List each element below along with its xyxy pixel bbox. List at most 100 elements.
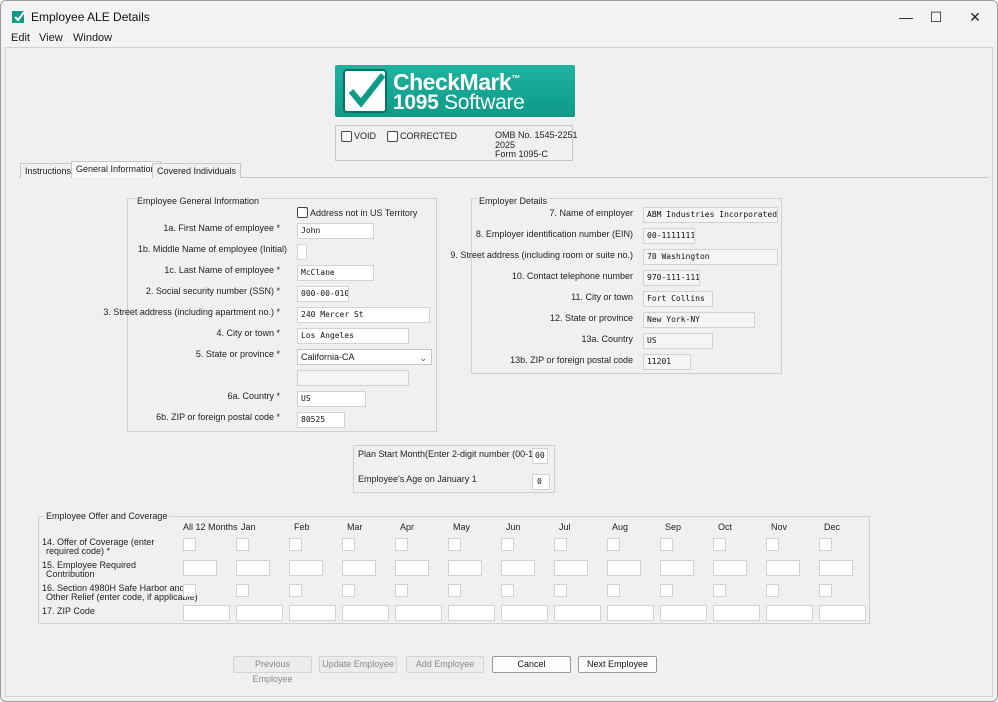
row16-sep-input[interactable] (660, 584, 673, 597)
phone-field[interactable]: 970-111-1111 (643, 270, 700, 286)
row15-nov-input[interactable] (766, 560, 800, 576)
update-employee-button[interactable]: Update Employee (319, 656, 397, 673)
row14-jan-input[interactable] (236, 538, 249, 551)
row14-jul-input[interactable] (554, 538, 567, 551)
row17-feb-input[interactable] (289, 605, 336, 621)
previous-employee-button[interactable]: Previous Employee (233, 656, 312, 684)
row15-all-input[interactable] (183, 560, 217, 576)
row16-all-input[interactable] (183, 584, 196, 597)
row16-nov-input[interactable] (766, 584, 779, 597)
row14-aug-input[interactable] (607, 538, 620, 551)
row16-apr-input[interactable] (395, 584, 408, 597)
middle-name-field[interactable] (297, 244, 307, 260)
row14-all-input[interactable] (183, 538, 196, 551)
row15-label-line2: Contribution (46, 569, 95, 579)
row17-oct-input[interactable] (713, 605, 760, 621)
title-bar: Employee ALE Details — ☐ ✕ (1, 1, 997, 31)
employer-city-field[interactable]: Fort Collins (643, 291, 713, 307)
state-dropdown[interactable]: California-CA ⌄ (297, 349, 432, 365)
last-name-field[interactable]: McClane (297, 265, 374, 281)
row15-feb-input[interactable] (289, 560, 323, 576)
next-employee-button[interactable]: Next Employee (578, 656, 657, 673)
row16-oct-input[interactable] (713, 584, 726, 597)
row17-sep-input[interactable] (660, 605, 707, 621)
row17-jul-input[interactable] (554, 605, 601, 621)
coverage-title: Employee Offer and Coverage (44, 511, 170, 521)
row16-may-input[interactable] (448, 584, 461, 597)
menu-edit[interactable]: Edit (11, 32, 30, 44)
row16-dec-input[interactable] (819, 584, 832, 597)
employer-state-field[interactable]: New York-NY (643, 312, 755, 328)
header-sep: Sep (665, 522, 682, 532)
header-nov: Nov (771, 522, 788, 532)
corrected-checkbox[interactable] (387, 131, 398, 142)
row14-dec-input[interactable] (819, 538, 832, 551)
row17-nov-input[interactable] (766, 605, 813, 621)
menu-view[interactable]: View (39, 32, 63, 44)
employer-name-field[interactable]: ABM Industries Incorporated (643, 207, 778, 223)
employer-street-field[interactable]: 70 Washington (643, 249, 778, 265)
address-territory-label: Address not in US Territory (310, 208, 418, 218)
row17-jan-input[interactable] (236, 605, 283, 621)
close-button[interactable]: ✕ (960, 7, 990, 27)
row17-mar-input[interactable] (342, 605, 389, 621)
form-header-box: VOID CORRECTED OMB No. 1545-2251 2025 Fo… (335, 125, 578, 161)
zip-label: 6b. ZIP or foreign postal code * (156, 412, 280, 422)
app-window: Employee ALE Details — ☐ ✕ Edit View Win… (0, 0, 998, 702)
row17-may-input[interactable] (448, 605, 495, 621)
cancel-button[interactable]: Cancel (492, 656, 571, 673)
employer-zip-field[interactable]: 11201 (643, 354, 691, 370)
row15-jun-input[interactable] (501, 560, 535, 576)
country-field[interactable]: US (297, 391, 366, 407)
row15-apr-input[interactable] (395, 560, 429, 576)
add-employee-button[interactable]: Add Employee (406, 656, 484, 673)
row16-aug-input[interactable] (607, 584, 620, 597)
plan-start-field[interactable]: 00 (532, 448, 548, 464)
row17-apr-input[interactable] (395, 605, 442, 621)
row16-jan-input[interactable] (236, 584, 249, 597)
tab-general-information[interactable]: General Information (71, 161, 161, 178)
row16-feb-input[interactable] (289, 584, 302, 597)
row17-aug-input[interactable] (607, 605, 654, 621)
zip-field[interactable]: 80525 (297, 412, 345, 428)
first-name-field[interactable]: John (297, 223, 374, 239)
tab-covered-individuals[interactable]: Covered Individuals (152, 163, 242, 178)
minimize-button[interactable]: — (891, 7, 921, 27)
ein-field[interactable]: 00-1111111 (643, 228, 695, 244)
row17-all-input[interactable] (183, 605, 230, 621)
country-label: 6a. Country * (227, 391, 280, 401)
menu-window[interactable]: Window (73, 32, 112, 44)
row15-jan-input[interactable] (236, 560, 270, 576)
row15-may-input[interactable] (448, 560, 482, 576)
header-jun: Jun (506, 522, 521, 532)
row17-dec-input[interactable] (819, 605, 866, 621)
header-mar: Mar (347, 522, 363, 532)
row17-jun-input[interactable] (501, 605, 548, 621)
void-checkbox[interactable] (341, 131, 352, 142)
row14-apr-input[interactable] (395, 538, 408, 551)
city-field[interactable]: Los Angeles (297, 328, 409, 344)
employee-age-field[interactable]: 0 (532, 474, 550, 490)
employer-country-field[interactable]: US (643, 333, 713, 349)
row15-dec-input[interactable] (819, 560, 853, 576)
row14-may-input[interactable] (448, 538, 461, 551)
row15-aug-input[interactable] (607, 560, 641, 576)
row14-nov-input[interactable] (766, 538, 779, 551)
address-territory-checkbox[interactable] (297, 207, 308, 218)
row15-jul-input[interactable] (554, 560, 588, 576)
row14-feb-input[interactable] (289, 538, 302, 551)
row15-oct-input[interactable] (713, 560, 747, 576)
row14-jun-input[interactable] (501, 538, 514, 551)
row14-oct-input[interactable] (713, 538, 726, 551)
street-address-field[interactable]: 240 Mercer St (297, 307, 430, 323)
row16-mar-input[interactable] (342, 584, 355, 597)
row14-sep-input[interactable] (660, 538, 673, 551)
tab-instructions[interactable]: Instructions (20, 163, 77, 178)
ssn-field[interactable]: 000-00-0100 (297, 286, 349, 302)
row16-jul-input[interactable] (554, 584, 567, 597)
maximize-button[interactable]: ☐ (921, 7, 951, 27)
row14-mar-input[interactable] (342, 538, 355, 551)
row15-mar-input[interactable] (342, 560, 376, 576)
row16-jun-input[interactable] (501, 584, 514, 597)
row15-sep-input[interactable] (660, 560, 694, 576)
